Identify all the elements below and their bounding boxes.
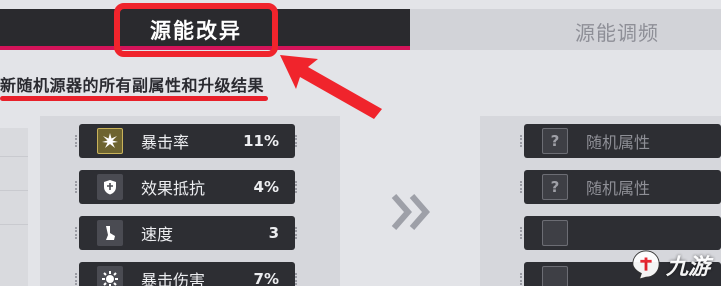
left-edge-panel — [0, 128, 28, 286]
question-mark: ? — [550, 132, 560, 150]
jiuyou-watermark: 九游 — [630, 245, 720, 285]
result-name: 随机属性 — [586, 133, 651, 152]
watermark-text: 九游 — [666, 255, 711, 280]
question-icon — [542, 266, 568, 286]
tab-source-modify[interactable]: 源能改异 — [114, 3, 278, 57]
question-icon — [542, 220, 568, 246]
description-text: 新随机源器的所有副属性和升级结果 — [0, 76, 265, 95]
stat-value: 3 — [268, 224, 279, 242]
result-row-random-1: ? 随机属性 — [520, 124, 721, 158]
red-arrow-annotation — [280, 55, 382, 119]
stat-value: 7% — [253, 270, 279, 286]
tab-source-modify-label: 源能改异 — [150, 19, 242, 43]
tab-source-tuning[interactable]: 源能调频 — [410, 9, 721, 50]
stat-row-effect-resist[interactable]: 效果抵抗 4% — [75, 170, 297, 204]
double-chevron-right-icon — [391, 194, 430, 230]
result-row-random-2: ? 随机属性 — [520, 170, 721, 204]
crit-damage-icon — [97, 266, 123, 286]
stat-name: 暴击伤害 — [141, 271, 206, 286]
stat-value: 11% — [243, 132, 279, 150]
question-icon: ? — [542, 128, 568, 154]
speed-icon — [97, 220, 123, 246]
stat-row-crit-damage[interactable]: 暴击伤害 7% — [75, 262, 297, 286]
effect-resist-icon — [97, 174, 123, 200]
stat-row-speed[interactable]: 速度 3 — [75, 216, 297, 250]
red-underline-annotation — [0, 96, 268, 101]
stat-row-crit-rate[interactable]: 暴击率 11% — [75, 124, 297, 158]
question-mark: ? — [550, 178, 560, 196]
crit-rate-icon — [97, 128, 123, 154]
stat-value: 4% — [253, 178, 279, 196]
jiuyou-logo-icon — [632, 250, 660, 280]
stat-name: 速度 — [141, 225, 174, 244]
stat-name: 效果抵抗 — [141, 179, 206, 198]
tab-source-tuning-label: 源能调频 — [575, 21, 659, 45]
stat-name: 暴击率 — [141, 133, 190, 152]
question-icon: ? — [542, 174, 568, 200]
result-name: 随机属性 — [586, 179, 651, 198]
